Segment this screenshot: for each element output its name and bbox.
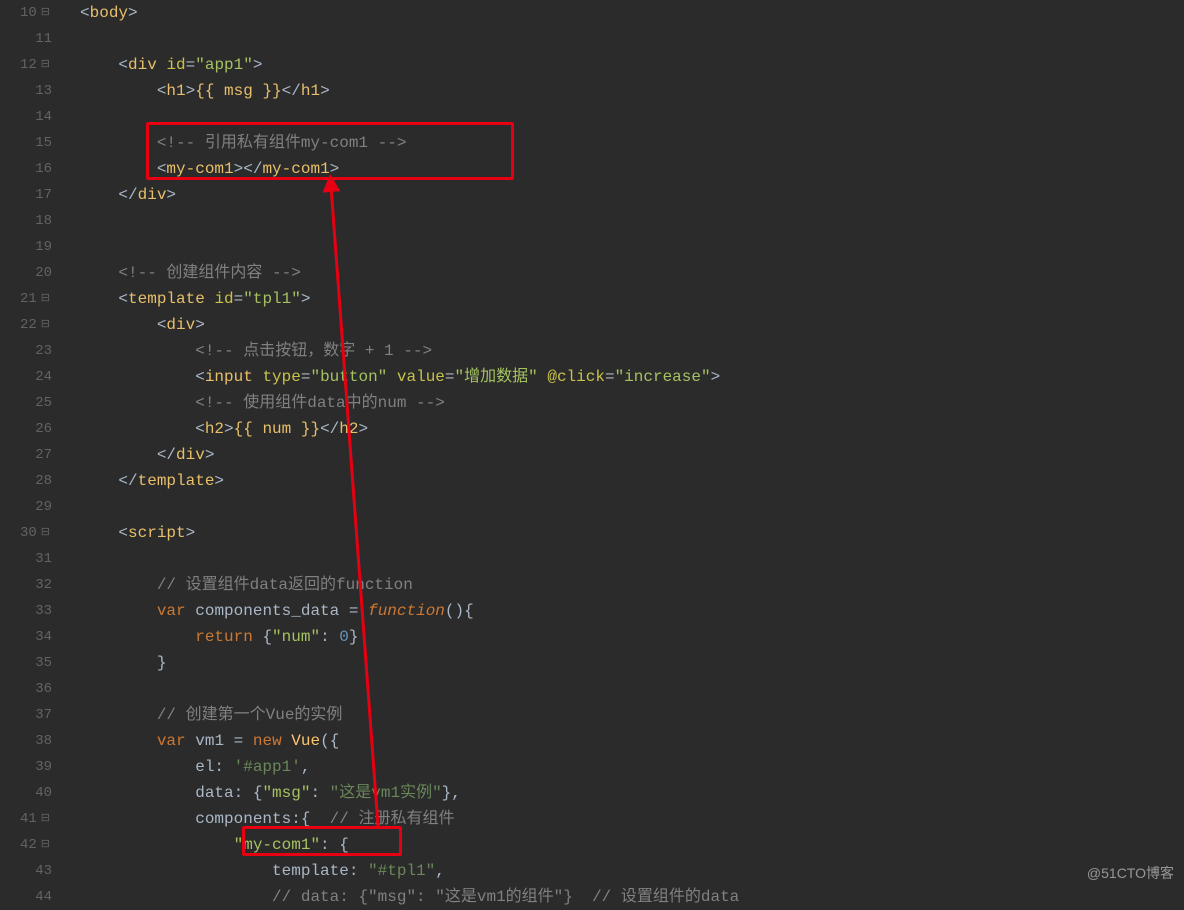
line-number: 11 xyxy=(35,26,52,52)
code-line[interactable] xyxy=(80,208,1184,234)
line-number: 24 xyxy=(35,364,52,390)
code-line[interactable]: template: "#tpl1", xyxy=(80,858,1184,884)
line-number: 35 xyxy=(35,650,52,676)
fold-icon: ⊟ xyxy=(41,806,52,832)
fold-icon: ⊟ xyxy=(41,832,52,858)
fold-icon: ⊟ xyxy=(41,52,52,78)
line-number: 12 xyxy=(20,52,37,78)
line-number: 26 xyxy=(35,416,52,442)
code-line[interactable]: // 设置组件data返回的function xyxy=(80,572,1184,598)
code-line[interactable]: <!-- 引用私有组件my-com1 --> xyxy=(80,130,1184,156)
code-line[interactable]: components:{ // 注册私有组件 xyxy=(80,806,1184,832)
line-number: 14 xyxy=(35,104,52,130)
line-number: 36 xyxy=(35,676,52,702)
code-line[interactable] xyxy=(80,26,1184,52)
line-number: 39 xyxy=(35,754,52,780)
code-line[interactable] xyxy=(80,234,1184,260)
line-number: 16 xyxy=(35,156,52,182)
line-number: 43 xyxy=(35,858,52,884)
code-line[interactable]: </div> xyxy=(80,442,1184,468)
code-line[interactable] xyxy=(80,494,1184,520)
code-line[interactable]: <input type="button" value="增加数据" @click… xyxy=(80,364,1184,390)
code-line[interactable]: <body> xyxy=(80,0,1184,26)
line-number: 23 xyxy=(35,338,52,364)
line-number: 10 xyxy=(20,0,37,26)
fold-icon: ⊟ xyxy=(41,520,52,546)
line-number: 40 xyxy=(35,780,52,806)
code-line[interactable]: return {"num": 0} xyxy=(80,624,1184,650)
code-line[interactable]: <!-- 点击按钮，数字 + 1 --> xyxy=(80,338,1184,364)
line-number: 13 xyxy=(35,78,52,104)
line-number: 34 xyxy=(35,624,52,650)
line-number: 31 xyxy=(35,546,52,572)
line-number: 41 xyxy=(20,806,37,832)
code-line[interactable]: </div> xyxy=(80,182,1184,208)
code-line[interactable]: <div id="app1"> xyxy=(80,52,1184,78)
code-line[interactable] xyxy=(80,546,1184,572)
line-number: 20 xyxy=(35,260,52,286)
line-number: 27 xyxy=(35,442,52,468)
watermark: @51CTO博客 xyxy=(1087,860,1174,886)
line-number: 28 xyxy=(35,468,52,494)
code-line[interactable]: <h2>{{ num }}</h2> xyxy=(80,416,1184,442)
code-line[interactable]: } xyxy=(80,650,1184,676)
line-number: 29 xyxy=(35,494,52,520)
code-line[interactable]: <!-- 创建组件内容 --> xyxy=(80,260,1184,286)
line-number: 42 xyxy=(20,832,37,858)
line-number: 17 xyxy=(35,182,52,208)
fold-icon: ⊟ xyxy=(41,312,52,338)
line-number: 19 xyxy=(35,234,52,260)
code-line[interactable]: var components_data = function(){ xyxy=(80,598,1184,624)
code-line[interactable]: <script> xyxy=(80,520,1184,546)
code-line[interactable]: "my-com1": { xyxy=(80,832,1184,858)
line-number: 32 xyxy=(35,572,52,598)
code-line[interactable]: </template> xyxy=(80,468,1184,494)
line-number: 25 xyxy=(35,390,52,416)
code-line[interactable]: <h1>{{ msg }}</h1> xyxy=(80,78,1184,104)
line-number: 37 xyxy=(35,702,52,728)
fold-icon: ⊟ xyxy=(41,0,52,26)
line-number: 33 xyxy=(35,598,52,624)
line-number: 18 xyxy=(35,208,52,234)
code-line[interactable] xyxy=(80,676,1184,702)
code-line[interactable]: var vm1 = new Vue({ xyxy=(80,728,1184,754)
code-line[interactable]: el: '#app1', xyxy=(80,754,1184,780)
code-line[interactable]: <my-com1></my-com1> xyxy=(80,156,1184,182)
code-line[interactable]: <div> xyxy=(80,312,1184,338)
code-line[interactable] xyxy=(80,104,1184,130)
code-content[interactable]: <body> <div id="app1"> <h1>{{ msg }}</h1… xyxy=(60,0,1184,892)
code-line[interactable]: data: {"msg": "这是vm1实例"}, xyxy=(80,780,1184,806)
line-number: 15 xyxy=(35,130,52,156)
line-number: 30 xyxy=(20,520,37,546)
code-line[interactable]: <template id="tpl1"> xyxy=(80,286,1184,312)
code-line[interactable]: // data: {"msg": "这是vm1的组件"} // 设置组件的dat… xyxy=(80,884,1184,910)
line-number: 21 xyxy=(20,286,37,312)
fold-icon: ⊟ xyxy=(41,286,52,312)
line-number-gutter: 10⊟ 11 12⊟ 13 14 15 16 17 18 19 20 21⊟ 2… xyxy=(0,0,60,892)
code-line[interactable]: <!-- 使用组件data中的num --> xyxy=(80,390,1184,416)
line-number: 44 xyxy=(35,884,52,910)
code-editor[interactable]: 10⊟ 11 12⊟ 13 14 15 16 17 18 19 20 21⊟ 2… xyxy=(0,0,1184,892)
code-line[interactable]: // 创建第一个Vue的实例 xyxy=(80,702,1184,728)
line-number: 38 xyxy=(35,728,52,754)
line-number: 22 xyxy=(20,312,37,338)
